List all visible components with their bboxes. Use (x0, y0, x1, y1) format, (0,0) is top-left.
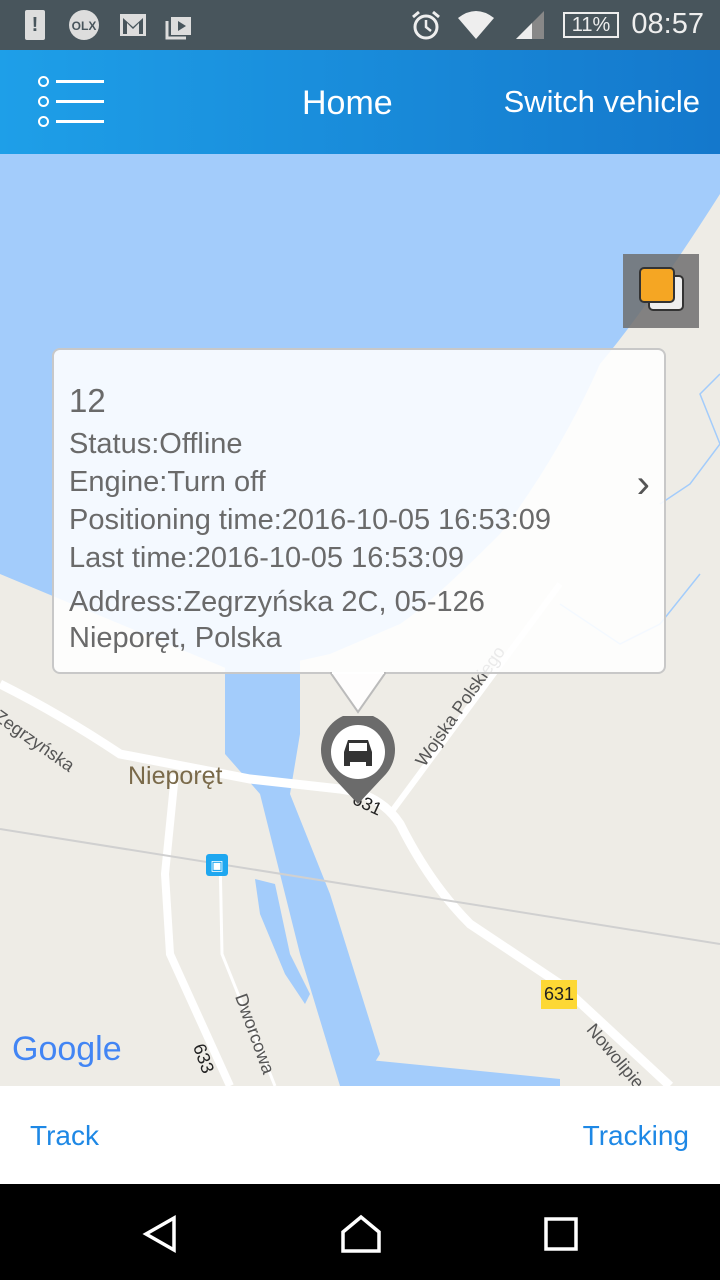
bottom-bar: Track Tracking (0, 1086, 720, 1184)
clock: 08:57 (631, 8, 704, 40)
list-menu-icon[interactable] (38, 76, 106, 127)
vehicle-name: 12 (69, 382, 106, 419)
map-layers-button[interactable] (623, 254, 699, 328)
map-view[interactable]: Zegrzyńska Wojska Polskiego Nieporęt 631… (0, 154, 720, 1086)
track-button[interactable]: Track (30, 1120, 99, 1152)
battery-level: 11% (563, 12, 619, 38)
tracking-button[interactable]: Tracking (583, 1120, 689, 1152)
switch-vehicle-button[interactable]: Switch vehicle (504, 84, 700, 120)
vehicle-status: Status:Offline (69, 428, 243, 460)
status-bar: ! OLX 11% 08:57 (0, 0, 720, 50)
gmail-icon (118, 10, 148, 40)
road-shield-631: 631 (541, 980, 578, 1009)
google-logo: Google (12, 1030, 122, 1068)
alert-icon: ! (24, 10, 46, 40)
engine-status: Engine:Turn off (69, 466, 266, 498)
positioning-time: Positioning time:2016-10-05 16:53:09 (69, 504, 552, 536)
layers-icon (639, 267, 684, 311)
svg-text:OLX: OLX (72, 19, 97, 33)
page-title: Home (302, 84, 393, 122)
app-header: Home Switch vehicle (0, 50, 720, 154)
android-nav-bar (0, 1184, 720, 1280)
back-icon[interactable] (140, 1214, 180, 1254)
wifi-icon (456, 10, 496, 40)
play-store-icon (164, 10, 194, 40)
address-line-1: Address:Zegrzyńska 2C, 05-126 (69, 586, 485, 618)
recents-icon[interactable] (543, 1214, 579, 1254)
address-line-2: Nieporęt, Polska (69, 622, 282, 654)
train-station-icon: ▣ (206, 854, 228, 876)
last-time: Last time:2016-10-05 16:53:09 (69, 542, 464, 574)
popup-pointer (330, 672, 386, 714)
battery-icon: 11% (562, 10, 620, 40)
home-icon[interactable] (340, 1214, 382, 1254)
olx-icon: OLX (68, 10, 100, 40)
signal-icon (514, 10, 546, 40)
alarm-icon (410, 10, 442, 40)
map-label-nieporet: Nieporęt (128, 762, 223, 790)
vehicle-marker-car-icon[interactable] (320, 716, 396, 806)
vehicle-info-popup[interactable]: 12 Status:Offline Engine:Turn off Positi… (52, 348, 666, 674)
chevron-right-icon[interactable]: › (637, 462, 650, 507)
